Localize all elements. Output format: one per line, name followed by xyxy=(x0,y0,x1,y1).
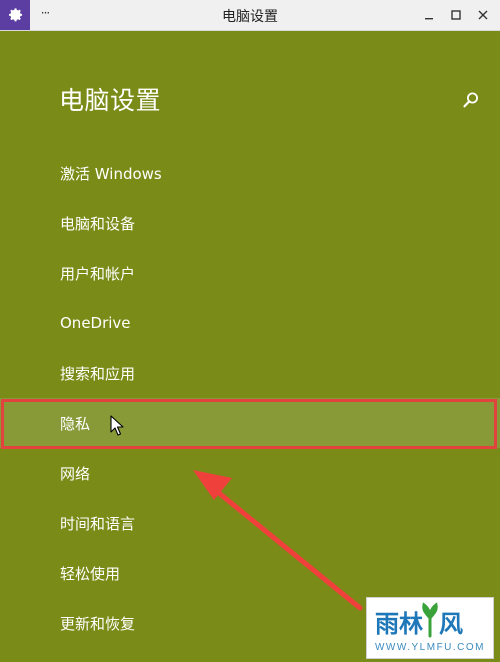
nav-item-label: 时间和语言 xyxy=(60,514,136,533)
nav-item-label: 激活 Windows xyxy=(60,164,162,183)
close-icon xyxy=(478,10,488,20)
nav-item-search-and-apps[interactable]: 搜索和应用 xyxy=(0,348,500,398)
nav-item-label: OneDrive xyxy=(60,314,131,332)
close-button[interactable] xyxy=(468,0,498,30)
nav-item-label: 更新和恢复 xyxy=(60,614,136,633)
nav-item-ease-of-access[interactable]: 轻松使用 xyxy=(0,548,500,598)
nav-item-onedrive[interactable]: OneDrive xyxy=(0,298,500,348)
svg-text:风: 风 xyxy=(439,610,463,638)
nav-item-label: 电脑和设备 xyxy=(60,214,136,233)
nav-item-time-and-language[interactable]: 时间和语言 xyxy=(0,498,500,548)
nav-item-label: 搜索和应用 xyxy=(60,364,136,383)
mouse-cursor-icon xyxy=(110,415,124,436)
nav-item-label: 用户和帐户 xyxy=(60,264,136,283)
nav-item-pc-and-devices[interactable]: 电脑和设备 xyxy=(0,198,500,248)
nav-item-network[interactable]: 网络 xyxy=(0,448,500,498)
watermark-logo: 雨林 风 WWW.YLMFU.COM xyxy=(366,597,494,659)
search-icon[interactable] xyxy=(462,91,480,109)
minimize-button[interactable] xyxy=(414,0,444,30)
nav-item-activate-windows[interactable]: 激活 Windows xyxy=(0,148,500,198)
title-bar: ··· 电脑设置 xyxy=(0,0,500,31)
nav-item-label: 隐私 xyxy=(60,414,91,433)
nav-item-label: 轻松使用 xyxy=(60,564,121,583)
watermark-logo-graphic: 雨林 风 xyxy=(375,602,463,638)
page-title: 电脑设置 xyxy=(59,86,162,115)
settings-nav-list: 激活 Windows 电脑和设备 用户和帐户 OneDrive 搜索和应用 隐私… xyxy=(0,148,500,648)
minimize-icon xyxy=(425,18,433,20)
nav-item-privacy[interactable]: 隐私 xyxy=(0,398,500,448)
maximize-icon xyxy=(451,10,461,20)
watermark-url: WWW.YLMFU.COM xyxy=(374,642,486,653)
nav-item-accounts[interactable]: 用户和帐户 xyxy=(0,248,500,298)
svg-text:雨林: 雨林 xyxy=(375,610,423,638)
maximize-button[interactable] xyxy=(441,0,471,30)
nav-item-label: 网络 xyxy=(60,464,91,483)
